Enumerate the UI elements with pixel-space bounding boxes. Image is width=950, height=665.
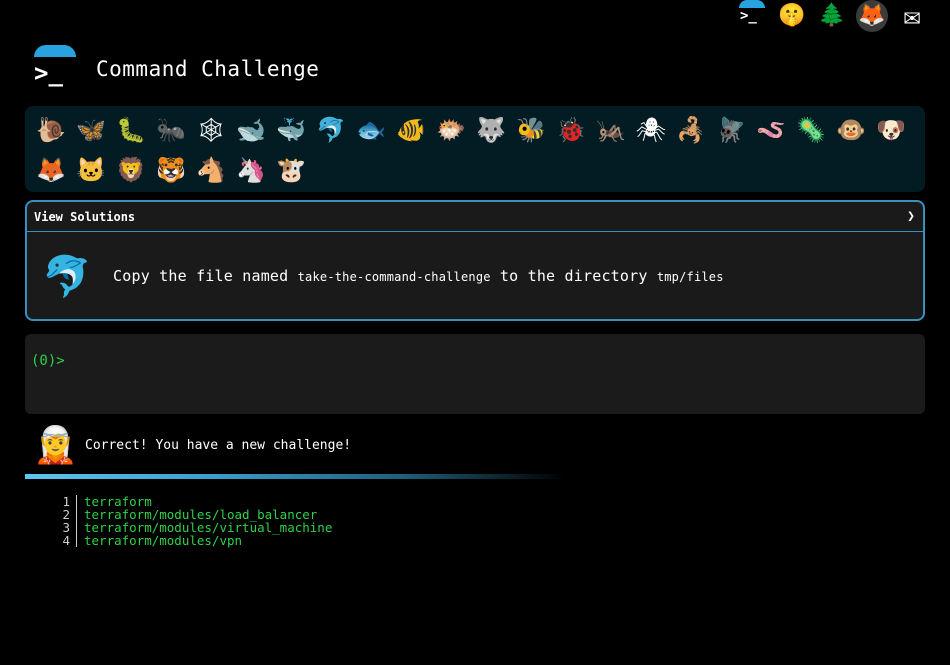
status-text: Correct! You have a new challenge! [85,437,352,453]
prompt-logo-icon[interactable]: >_ [28,45,78,93]
logo-dome [739,0,765,8]
challenge-text-middle: to the directory [490,267,657,285]
spider-web-icon[interactable]: 🕸 [191,110,231,150]
shushing-face-icon[interactable]: 🤫 [776,0,808,32]
header: >_ Command Challenge [28,44,319,94]
mail-icon[interactable]: ✉ [896,0,928,32]
gitlab-icon[interactable]: 🦊 [856,0,888,32]
bee-icon[interactable]: 🐝 [511,110,551,150]
tiger-icon[interactable]: 🐯 [151,150,191,190]
worm-icon[interactable]: 🪱 [751,110,791,150]
monkey-icon[interactable]: 🐵 [831,110,871,150]
challenge-body: 🐬 Copy the file named take-the-command-c… [27,232,923,319]
dog-icon[interactable]: 🐶 [871,110,911,150]
challenge-description: Copy the file named take-the-command-cha… [113,267,724,285]
butterfly-icon[interactable]: 🦋 [71,110,111,150]
logo-glyph: >_ [34,59,63,87]
horse-icon[interactable]: 🐴 [191,150,231,190]
spider-icon[interactable]: 🕷 [631,110,671,150]
microbe-icon[interactable]: 🦠 [791,110,831,150]
dolphin-icon[interactable]: 🐬 [311,110,351,150]
prompt-glyph: >_ [740,8,757,24]
divider [25,474,565,479]
spouting-whale-icon[interactable]: 🐳 [271,110,311,150]
fish-icon[interactable]: 🐟 [351,110,391,150]
challenge-animal-bar: 🐌 🦋 🐛 🐜 🕸 🐋 🐳 🐬 🐟 🐠 🐡 🐺 🐝 🐞 🦗 🕷 🦂 🪰 🪱 🦠 🐵 🐶 🦊 🐱 🦁 🐯 🐴 🦄 🐮 [25,106,925,192]
page-title: Command Challenge [96,57,320,81]
elf-avatar-icon: 🧝 [33,425,78,466]
cat-icon[interactable]: 🐱 [71,150,111,190]
snail-icon[interactable]: 🐌 [31,110,71,150]
wolf-icon[interactable]: 🐺 [471,110,511,150]
terminal-prompt: (0)> [31,353,65,369]
blowfish-icon[interactable]: 🐡 [431,110,471,150]
challenge-file-name: take-the-command-challenge [297,270,491,284]
tree-path: terraform/modules/vpn [84,533,243,548]
ant-icon[interactable]: 🐜 [151,110,191,150]
lion-icon[interactable]: 🦁 [111,150,151,190]
dolphin-icon: 🐬 [42,253,92,300]
cow-icon[interactable]: 🐮 [271,150,311,190]
unicorn-icon[interactable]: 🦄 [231,150,271,190]
logo-dome [34,45,76,57]
prompt-logo-icon[interactable]: >_ [736,0,768,32]
whale-icon[interactable]: 🐋 [231,110,271,150]
terminal-input[interactable]: (0)> [25,334,925,414]
cricket-icon[interactable]: 🦗 [591,110,631,150]
challenge-directory: tmp/files [656,270,724,284]
status-message: 🧝 Correct! You have a new challenge! [33,424,351,466]
line-number: 4 [50,534,77,547]
tree-icon[interactable]: 🌲 [816,0,848,32]
fox-icon[interactable]: 🦊 [31,150,71,190]
ladybug-icon[interactable]: 🐞 [551,110,591,150]
tree-row: 4 terraform/modules/vpn [50,534,332,547]
scorpion-icon[interactable]: 🦂 [671,110,711,150]
chevron-right-icon[interactable]: ❯ [907,209,915,224]
challenge-text-before: Copy the file named [113,267,298,285]
tropical-fish-icon[interactable]: 🐠 [391,110,431,150]
top-icon-bar: >_ 🤫 🌲 🦊 ✉ [736,0,928,32]
fly-icon[interactable]: 🪰 [711,110,751,150]
caterpillar-icon[interactable]: 🐛 [111,110,151,150]
view-solutions-label: View Solutions [34,209,136,224]
view-solutions-toggle[interactable]: View Solutions ❯ [27,202,923,232]
challenge-panel: View Solutions ❯ 🐬 Copy the file named t… [25,200,925,321]
file-tree-output: 1 terraform 2 terraform/modules/load_balanc… [50,495,332,547]
